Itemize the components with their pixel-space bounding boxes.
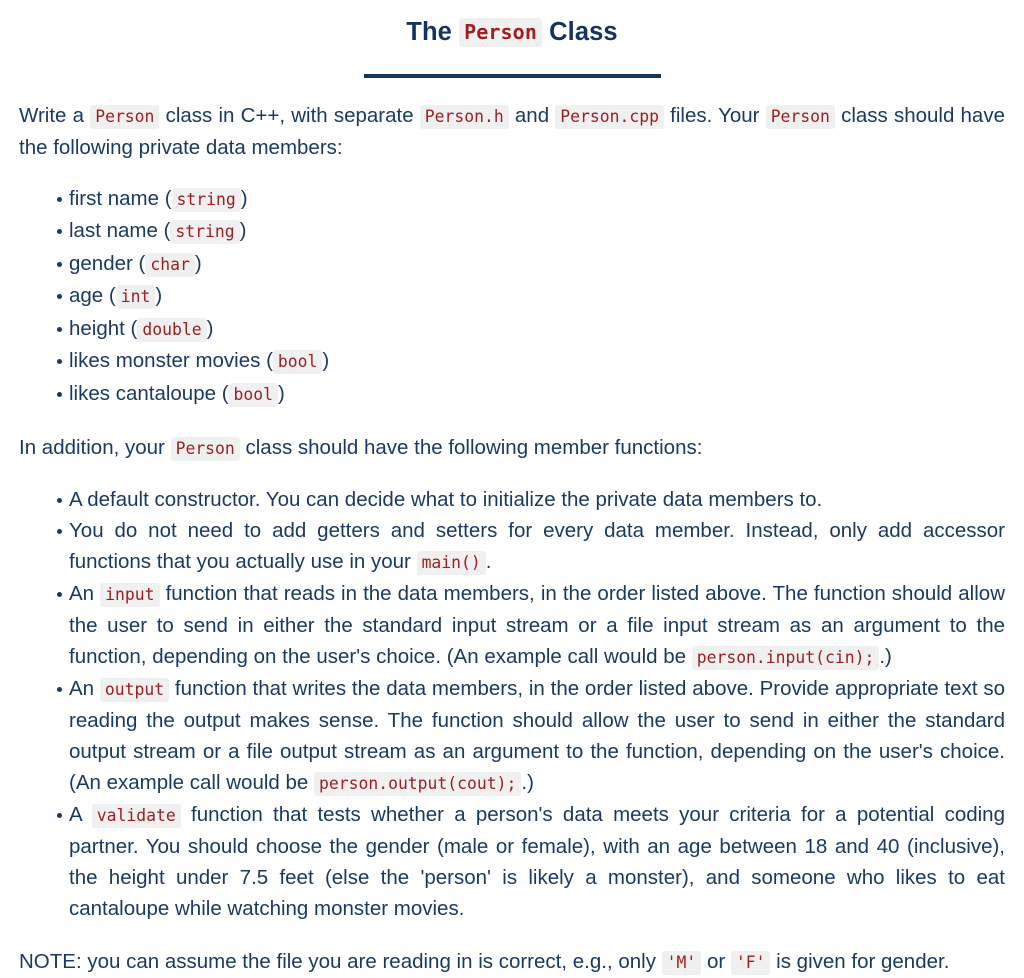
member-type: double: [137, 317, 207, 342]
list-item-output-function: An output function that writes the data …: [19, 673, 1005, 799]
member-type: char: [145, 252, 195, 277]
member-label: age (: [69, 284, 116, 308]
page-title-prefix: The: [406, 18, 460, 46]
input-code-example-call: person.input(cin);: [691, 646, 880, 671]
output-code-name: output: [99, 678, 170, 703]
member-label: gender (: [69, 251, 146, 275]
member-type: int: [115, 285, 156, 310]
input-code-name: input: [100, 583, 160, 608]
member-close: ): [239, 219, 247, 243]
output-text-1: An: [69, 677, 100, 701]
member-functions-intro: In addition, your Person class should ha…: [19, 410, 1005, 464]
member-close: ): [240, 186, 248, 210]
constructor-text: A default constructor. You can decide wh…: [69, 488, 823, 512]
intro-text-4: files. Your: [663, 103, 766, 127]
member-type: string: [170, 220, 240, 245]
functions-intro-text-1: In addition, your: [19, 436, 171, 460]
list-item: height (double): [19, 313, 1005, 345]
input-text-3: .): [879, 645, 892, 669]
list-item: age (int): [19, 280, 1005, 312]
intro-code-person: Person: [90, 104, 160, 129]
functions-intro-code-person: Person: [170, 437, 240, 462]
member-type: bool: [228, 382, 279, 407]
note-code-female: 'F': [730, 951, 771, 976]
intro-code-person-2: Person: [765, 104, 835, 129]
getters-text-2: .: [485, 550, 492, 574]
member-label: likes monster movies (: [69, 349, 273, 373]
member-label: first name (: [69, 186, 172, 210]
note-code-male: 'M': [661, 951, 702, 976]
list-item-default-constructor: A default constructor. You can decide wh…: [19, 484, 1005, 515]
validate-code-name: validate: [91, 804, 181, 829]
document-page: The Person Class Write a Person class in…: [0, 0, 1024, 978]
list-item: last name (string): [19, 215, 1005, 247]
member-functions-list: A default constructor. You can decide wh…: [19, 464, 1005, 924]
validate-text-1: A: [69, 803, 92, 827]
intro-text-2: class in C++, with separate: [159, 103, 420, 127]
private-data-members-list: first name (string) last name (string) g…: [19, 163, 1005, 410]
member-label: last name (: [69, 219, 171, 243]
intro-code-person-cpp: Person.cpp: [555, 104, 664, 129]
intro-code-person-h: Person.h: [419, 104, 509, 129]
intro-text-3: and: [508, 103, 556, 127]
output-text-2: function that writes the data members, i…: [69, 677, 1005, 795]
page-title-code: Person: [459, 18, 542, 47]
validate-text-2: function that tests whether a person's d…: [69, 803, 1005, 921]
member-label: likes cantaloupe (: [69, 381, 229, 405]
note-text-3: is given for gender.: [770, 950, 950, 974]
list-item: gender (char): [19, 248, 1005, 280]
list-item-input-function: An input function that reads in the data…: [19, 578, 1005, 673]
member-close: ): [206, 316, 214, 340]
intro-paragraph: Write a Person class in C++, with separa…: [19, 78, 1005, 163]
page-title-suffix: Class: [541, 18, 618, 46]
note-text-2: or: [701, 950, 731, 974]
member-close: ): [278, 381, 285, 405]
member-close: ): [155, 284, 163, 308]
list-item-getters-setters: You do not need to add getters and sette…: [19, 515, 1005, 578]
member-label: height (: [69, 316, 138, 340]
input-text-1: An: [69, 582, 101, 606]
output-text-3: .): [521, 771, 534, 795]
note-paragraph: NOTE: you can assume the file you are re…: [19, 924, 1005, 978]
member-type: bool: [272, 350, 323, 375]
note-text-1: NOTE: you can assume the file you are re…: [19, 950, 662, 974]
member-close: ): [322, 349, 330, 373]
getters-code-main: main(): [416, 551, 486, 576]
list-item: likes cantaloupe (bool): [19, 378, 1005, 410]
getters-text-1: You do not need to add getters and sette…: [69, 519, 1005, 574]
output-code-example-call: person.output(cout);: [314, 772, 522, 797]
page-title: The Person Class: [19, 0, 1005, 49]
list-item: likes monster movies (bool): [19, 345, 1005, 377]
list-item: first name (string): [19, 183, 1005, 215]
list-item-validate-function: A validate function that tests whether a…: [19, 799, 1005, 924]
functions-intro-text-2: class should have the following member f…: [239, 436, 703, 460]
member-close: ): [194, 251, 202, 275]
member-type: string: [171, 187, 241, 212]
intro-text-1: Write a: [19, 103, 91, 127]
